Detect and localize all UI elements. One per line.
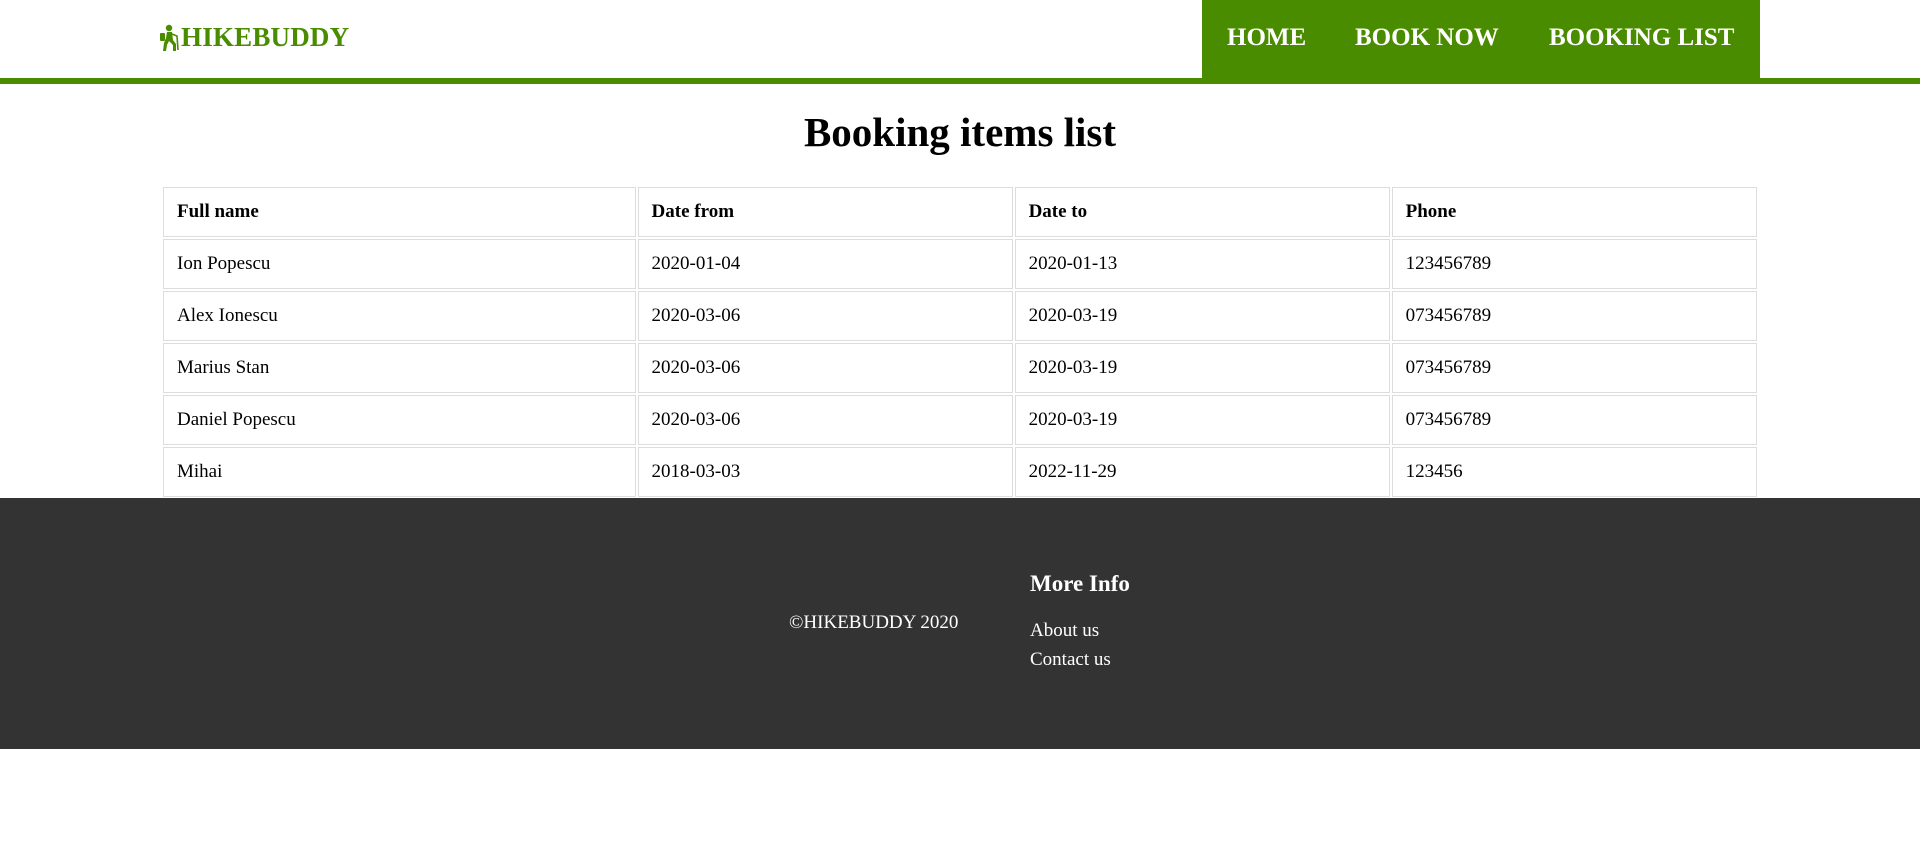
column-header-date-from: Date from [637, 187, 1013, 237]
table-row: Daniel Popescu 2020-03-06 2020-03-19 073… [163, 395, 1757, 445]
table-row: Mihai 2018-03-03 2022-11-29 123456 [163, 447, 1757, 497]
nav-booking-list-link[interactable]: BOOKING LIST [1549, 24, 1734, 52]
more-info-heading: More Info [1030, 571, 1130, 596]
table-row: Marius Stan 2020-03-06 2020-03-19 073456… [163, 343, 1757, 393]
cell-date-to: 2020-01-13 [1014, 239, 1390, 289]
cell-full-name: Mihai [163, 447, 636, 497]
cell-full-name: Daniel Popescu [163, 395, 636, 445]
cell-phone: 073456789 [1391, 343, 1757, 393]
cell-date-to: 2020-03-19 [1014, 343, 1390, 393]
column-header-full-name: Full name [163, 187, 636, 237]
brand-logo-link[interactable]: HIKEBUDDY [158, 22, 349, 53]
cell-phone: 073456789 [1391, 395, 1757, 445]
cell-date-from: 2020-03-06 [637, 395, 1013, 445]
cell-date-from: 2018-03-03 [637, 447, 1013, 497]
table-row: Alex Ionescu 2020-03-06 2020-03-19 07345… [163, 291, 1757, 341]
cell-phone: 123456789 [1391, 239, 1757, 289]
main-nav: HOME BOOK NOW BOOKING LIST [1202, 0, 1760, 78]
bookings-table: Full name Date from Date to Phone Ion Po… [161, 185, 1759, 499]
table-row: Ion Popescu 2020-01-04 2020-01-13 123456… [163, 239, 1757, 289]
cell-date-from: 2020-03-06 [637, 343, 1013, 393]
footer-links: About us Contact us [1030, 620, 1111, 678]
site-footer: ©HIKEBUDDY 2020 More Info About us Conta… [0, 498, 1920, 749]
cell-date-from: 2020-03-06 [637, 291, 1013, 341]
list-item: Contact us [1030, 649, 1111, 678]
cell-date-to: 2020-03-19 [1014, 291, 1390, 341]
column-header-date-to: Date to [1014, 187, 1390, 237]
page-title: Booking items list [803, 109, 1117, 155]
brand-name: HIKEBUDDY [181, 22, 350, 52]
contact-us-link[interactable]: Contact us [1030, 649, 1111, 670]
cell-full-name: Marius Stan [163, 343, 636, 393]
cell-date-from: 2020-01-04 [637, 239, 1013, 289]
cell-full-name: Alex Ionescu [163, 291, 636, 341]
column-header-phone: Phone [1391, 187, 1757, 237]
cell-date-to: 2022-11-29 [1014, 447, 1390, 497]
hiker-icon [160, 24, 179, 51]
about-us-link[interactable]: About us [1030, 620, 1099, 641]
nav-book-now-link[interactable]: BOOK NOW [1355, 24, 1499, 52]
cell-phone: 123456 [1391, 447, 1757, 497]
nav-home-link[interactable]: HOME [1227, 24, 1306, 52]
site-header: HIKEBUDDY HOME BOOK NOW BOOKING LIST [0, 0, 1920, 84]
copyright-text: ©HIKEBUDDY 2020 [789, 612, 959, 633]
table-header-row: Full name Date from Date to Phone [163, 187, 1757, 237]
list-item: About us [1030, 620, 1111, 649]
cell-full-name: Ion Popescu [163, 239, 636, 289]
cell-phone: 073456789 [1391, 291, 1757, 341]
cell-date-to: 2020-03-19 [1014, 395, 1390, 445]
